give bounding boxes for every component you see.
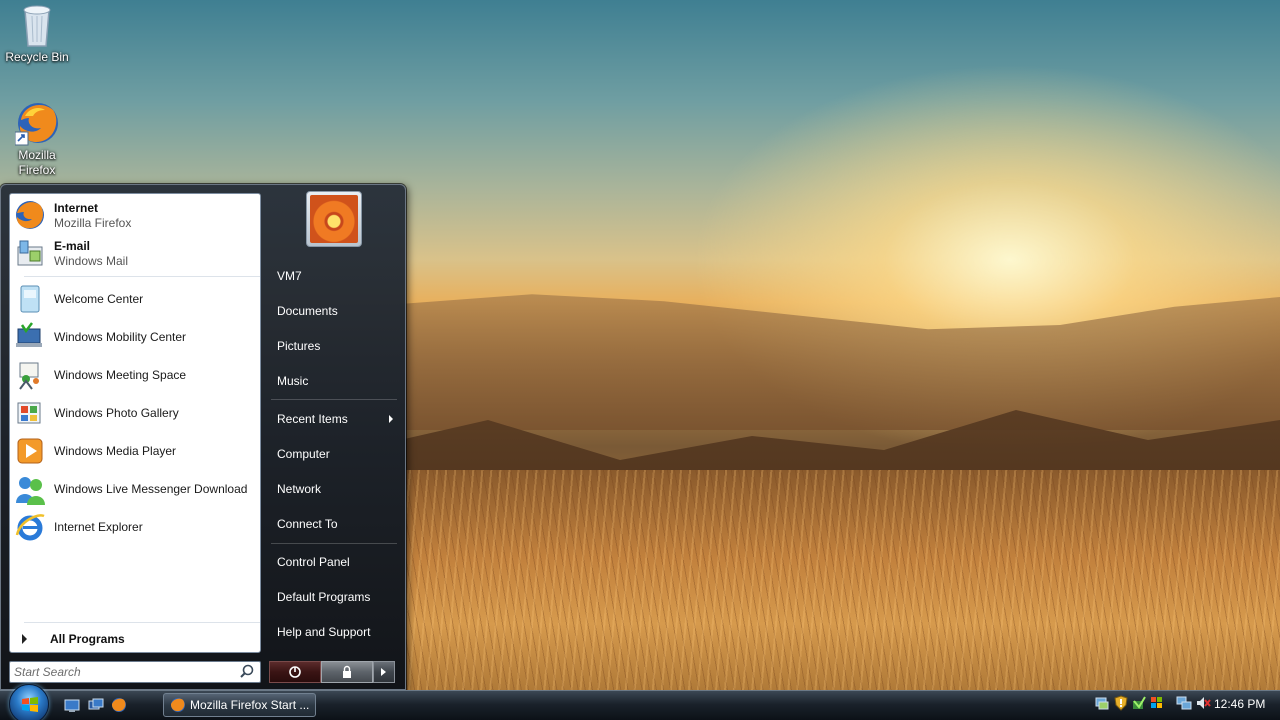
right-item-label: Control Panel	[277, 555, 350, 569]
show-desktop-icon[interactable]	[64, 697, 80, 713]
right-item-user[interactable]: VM7	[269, 261, 399, 291]
program-label: Windows Photo Gallery	[54, 406, 179, 420]
right-item-default-programs[interactable]: Default Programs	[269, 582, 399, 612]
program-label: Welcome Center	[54, 292, 144, 306]
wallpaper-hills	[400, 294, 1280, 430]
tray-update-icon[interactable]	[1131, 695, 1147, 711]
lock-icon	[343, 665, 351, 678]
power-controls	[269, 661, 395, 683]
mobility-center-icon	[14, 321, 46, 353]
right-item-label: Music	[277, 374, 309, 388]
pinned-item-email[interactable]: E-mail Windows Mail	[10, 234, 260, 272]
program-item-media-player[interactable]: Windows Media Player	[10, 432, 260, 470]
program-label: Windows Media Player	[54, 444, 177, 458]
right-item-label: Documents	[277, 304, 338, 318]
all-programs-label: All Programs	[50, 632, 125, 646]
right-item-recent-items[interactable]: Recent Items	[269, 404, 399, 434]
right-item-network[interactable]: Network	[269, 474, 399, 504]
start-search-box[interactable]	[9, 661, 261, 683]
taskbar-clock[interactable]: 12:46 PM	[1214, 697, 1265, 711]
start-menu-programs-pane: Internet Mozilla Firefox E-mail Windows …	[9, 193, 261, 653]
program-item-mobility-center[interactable]: Windows Mobility Center	[10, 318, 260, 356]
shutdown-options-button[interactable]	[373, 661, 395, 683]
wallpaper-grass	[400, 470, 1280, 690]
power-icon	[289, 666, 301, 678]
welcome-center-icon	[14, 283, 46, 315]
firefox-icon	[14, 199, 46, 231]
all-programs-button[interactable]: All Programs	[10, 626, 260, 652]
right-item-label: VM7	[277, 269, 302, 283]
right-item-label: Recent Items	[277, 412, 348, 426]
right-item-label: Default Programs	[277, 590, 371, 604]
right-item-label: Pictures	[277, 339, 321, 353]
pinned-item-title: Internet	[54, 200, 99, 215]
start-menu: Internet Mozilla Firefox E-mail Windows …	[0, 184, 406, 690]
tray-windows-update-icon[interactable]	[1149, 695, 1165, 711]
tray-network-icon[interactable]	[1094, 695, 1110, 711]
all-programs-separator	[24, 622, 260, 623]
program-label: Windows Mobility Center	[54, 330, 187, 344]
pinned-item-subtitle: Mozilla Firefox	[54, 215, 132, 230]
search-icon[interactable]	[238, 663, 256, 681]
program-item-photo-gallery[interactable]: Windows Photo Gallery	[10, 394, 260, 432]
recycle-bin-icon	[15, 2, 59, 48]
firefox-quicklaunch-icon[interactable]	[111, 697, 127, 713]
pinned-item-title: E-mail	[54, 238, 91, 253]
pinned-item-internet[interactable]: Internet Mozilla Firefox	[10, 196, 260, 234]
photo-gallery-icon	[14, 397, 46, 429]
pinned-separator	[24, 276, 260, 277]
right-item-label: Computer	[277, 447, 330, 461]
program-label: Windows Meeting Space	[54, 368, 187, 382]
firefox-icon	[14, 100, 59, 146]
right-separator	[271, 399, 397, 400]
right-item-label: Network	[277, 482, 322, 496]
messenger-icon	[14, 473, 46, 505]
taskbar-button-firefox[interactable]: Mozilla Firefox Start ...	[163, 693, 316, 717]
meeting-space-icon	[14, 359, 46, 391]
program-label: Internet Explorer	[54, 520, 143, 534]
right-item-help-support[interactable]: Help and Support	[269, 617, 399, 647]
chevron-right-icon	[381, 668, 386, 676]
windows-logo-icon	[22, 697, 38, 712]
desktop-icon-firefox[interactable]: Mozilla Firefox	[0, 100, 74, 178]
right-item-connect-to[interactable]: Connect To	[269, 509, 399, 539]
program-item-internet-explorer[interactable]: Internet Explorer	[10, 508, 260, 546]
tray-security-icon[interactable]	[1113, 695, 1129, 711]
desktop-icon-recycle-bin[interactable]: Recycle Bin	[0, 2, 74, 65]
tray-volume-muted-icon[interactable]	[1195, 695, 1211, 711]
program-item-welcome-center[interactable]: Welcome Center	[10, 280, 260, 318]
switch-windows-icon[interactable]	[88, 697, 104, 713]
avatar-flower-image	[310, 195, 358, 243]
desktop-icon-label: Recycle Bin	[5, 50, 69, 64]
program-label: Windows Live Messenger Download	[54, 482, 248, 496]
chevron-right-icon	[22, 634, 27, 644]
lock-button[interactable]	[321, 661, 373, 683]
right-item-computer[interactable]: Computer	[269, 439, 399, 469]
start-button[interactable]	[9, 684, 49, 720]
right-item-control-panel[interactable]: Control Panel	[269, 547, 399, 577]
right-item-documents[interactable]: Documents	[269, 296, 399, 326]
right-item-music[interactable]: Music	[269, 366, 399, 396]
right-item-label: Help and Support	[277, 625, 371, 639]
pinned-item-subtitle: Windows Mail	[54, 253, 129, 268]
media-player-icon	[14, 435, 46, 467]
tray-connection-icon[interactable]	[1176, 695, 1192, 711]
taskbar-button-label: Mozilla Firefox Start ...	[190, 698, 310, 712]
mail-icon	[14, 237, 46, 269]
program-item-meeting-space[interactable]: Windows Meeting Space	[10, 356, 260, 394]
right-item-pictures[interactable]: Pictures	[269, 331, 399, 361]
desktop-icon-label: Mozilla Firefox	[18, 148, 56, 177]
program-item-messenger[interactable]: Windows Live Messenger Download	[10, 470, 260, 508]
power-button[interactable]	[269, 661, 321, 683]
right-item-label: Connect To	[277, 517, 338, 531]
search-input[interactable]	[14, 663, 238, 681]
right-separator	[271, 543, 397, 544]
firefox-icon	[171, 698, 185, 712]
submenu-arrow-icon	[389, 415, 393, 423]
internet-explorer-icon	[14, 511, 46, 543]
user-avatar[interactable]	[306, 191, 362, 247]
